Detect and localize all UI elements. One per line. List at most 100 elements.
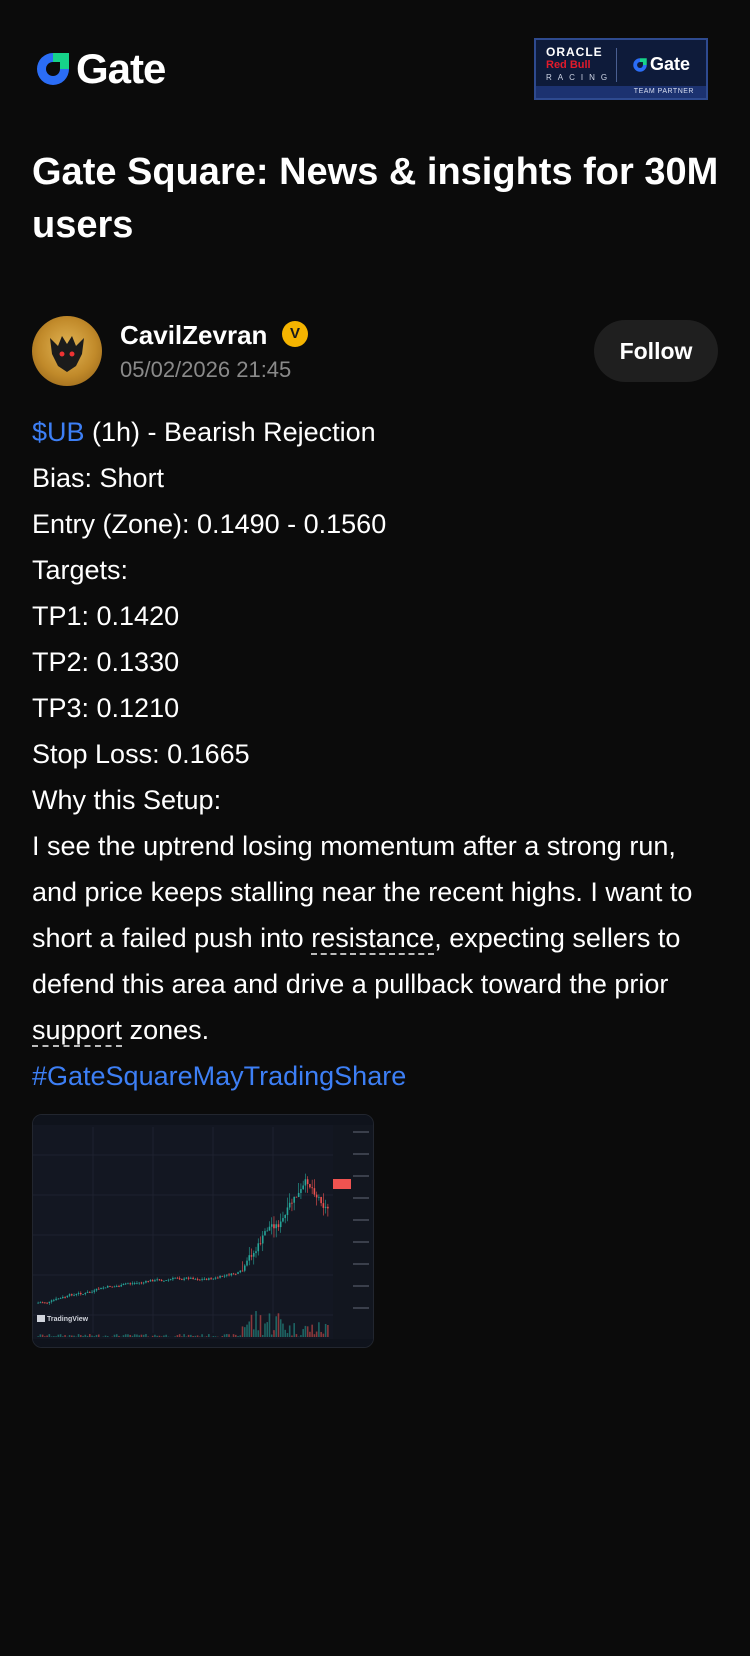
volume-bar — [257, 1330, 260, 1337]
candle-body — [259, 1243, 262, 1245]
candle-body — [286, 1207, 289, 1216]
volume-bar — [163, 1335, 165, 1337]
volume-bar — [97, 1334, 100, 1337]
volume-bar — [44, 1336, 46, 1337]
volume-bar — [304, 1325, 307, 1337]
candle-body — [136, 1282, 138, 1284]
cashtag-link[interactable]: $UB — [32, 417, 85, 447]
candle-body — [288, 1202, 291, 1208]
candle-body — [291, 1202, 293, 1204]
volume-bar — [158, 1335, 161, 1337]
volume-bar — [288, 1325, 291, 1337]
volume-bar — [154, 1334, 156, 1337]
volume-bar — [232, 1334, 235, 1337]
candle-body — [221, 1275, 224, 1277]
volume-bar — [64, 1335, 66, 1337]
candle-body — [46, 1302, 48, 1304]
post-headline: $UB (1h) - Bearish Rejection — [32, 409, 722, 455]
candle-body — [163, 1280, 165, 1282]
candle-body — [243, 1265, 246, 1271]
gate-logo[interactable]: Gate — [34, 48, 166, 90]
avatar[interactable] — [32, 316, 102, 386]
volume-bar — [55, 1336, 57, 1337]
hashtag-link[interactable]: #GateSquareMayTradingShare — [32, 1053, 722, 1099]
volume-bar — [91, 1335, 93, 1337]
resistance-term[interactable]: resistance — [311, 923, 435, 955]
candle-body — [118, 1286, 120, 1287]
volume-bar — [201, 1334, 203, 1337]
candle-body — [219, 1275, 221, 1278]
tradingview-watermark: TradingView — [47, 1316, 89, 1323]
volume-bar — [176, 1335, 179, 1337]
volume-bar — [212, 1336, 215, 1337]
candle-body — [315, 1194, 318, 1198]
candle-body — [59, 1297, 62, 1299]
volume-bar — [318, 1322, 320, 1337]
candle-body — [86, 1292, 89, 1294]
volume-bar — [264, 1323, 266, 1337]
candle-body — [275, 1224, 278, 1229]
candle-body — [142, 1282, 145, 1284]
volume-bar — [214, 1336, 217, 1337]
candle-body — [109, 1285, 111, 1287]
volume-bar — [268, 1313, 271, 1337]
volume-bar — [80, 1335, 82, 1337]
candle-body — [75, 1294, 78, 1295]
volume-bar — [327, 1324, 329, 1337]
candle-body — [50, 1300, 53, 1302]
volume-bar — [124, 1334, 127, 1337]
stop-loss-line: Stop Loss: 0.1665 — [32, 739, 250, 769]
volume-bar — [37, 1336, 39, 1337]
volume-bar — [50, 1336, 53, 1337]
candle-body — [174, 1277, 176, 1279]
volume-bar — [194, 1335, 197, 1337]
chart-screenshot[interactable]: TradingView — [32, 1114, 374, 1348]
volume-bar — [241, 1326, 244, 1337]
volume-bar — [136, 1334, 138, 1337]
volume-bar — [147, 1336, 149, 1337]
candle-body — [149, 1280, 152, 1282]
badge-racing-text: RACING — [546, 73, 614, 82]
candle-body — [273, 1224, 275, 1229]
candle-body — [37, 1302, 39, 1304]
candle-body — [62, 1296, 64, 1298]
candle-body — [124, 1283, 127, 1285]
candle-body — [295, 1196, 298, 1198]
price-chart-image: TradingView — [33, 1115, 373, 1347]
team-partner-badge[interactable]: ORACLE Red Bull RACING Gate TEAM PARTNER — [534, 38, 708, 100]
candle-body — [167, 1279, 170, 1281]
volume-bar — [46, 1335, 48, 1337]
candle-body — [223, 1275, 226, 1277]
candle-body — [122, 1283, 125, 1286]
reasoning-text-3: zones. — [122, 1015, 210, 1045]
price-axis-tick — [353, 1197, 369, 1199]
candle-body — [311, 1187, 313, 1189]
candle-body — [84, 1293, 87, 1295]
gate-logo-icon — [37, 53, 69, 85]
candle-body — [44, 1302, 46, 1304]
candle-body — [237, 1272, 239, 1274]
support-term[interactable]: support — [32, 1015, 123, 1047]
candle-body — [241, 1270, 244, 1272]
candle-body — [324, 1206, 327, 1208]
candle-body — [100, 1287, 102, 1290]
candle-body — [304, 1179, 307, 1186]
tp1-line: TP1: 0.1420 — [32, 601, 180, 631]
candle-body — [226, 1274, 228, 1276]
volume-bar — [293, 1323, 295, 1337]
candle-body — [246, 1260, 248, 1266]
candle-body — [232, 1273, 235, 1275]
volume-bar — [286, 1333, 289, 1337]
volume-bar — [53, 1336, 55, 1337]
candle-body — [176, 1277, 179, 1279]
price-axis-tick — [353, 1263, 369, 1265]
candle-body — [309, 1184, 311, 1188]
volume-bar — [208, 1334, 210, 1337]
author-name[interactable]: CavilZevran — [120, 318, 267, 352]
volume-bar — [295, 1334, 298, 1337]
follow-button[interactable]: Follow — [594, 320, 718, 382]
volume-bar — [277, 1313, 280, 1337]
candle-body — [196, 1278, 199, 1280]
candle-body — [97, 1288, 100, 1290]
candle-body — [201, 1279, 203, 1281]
